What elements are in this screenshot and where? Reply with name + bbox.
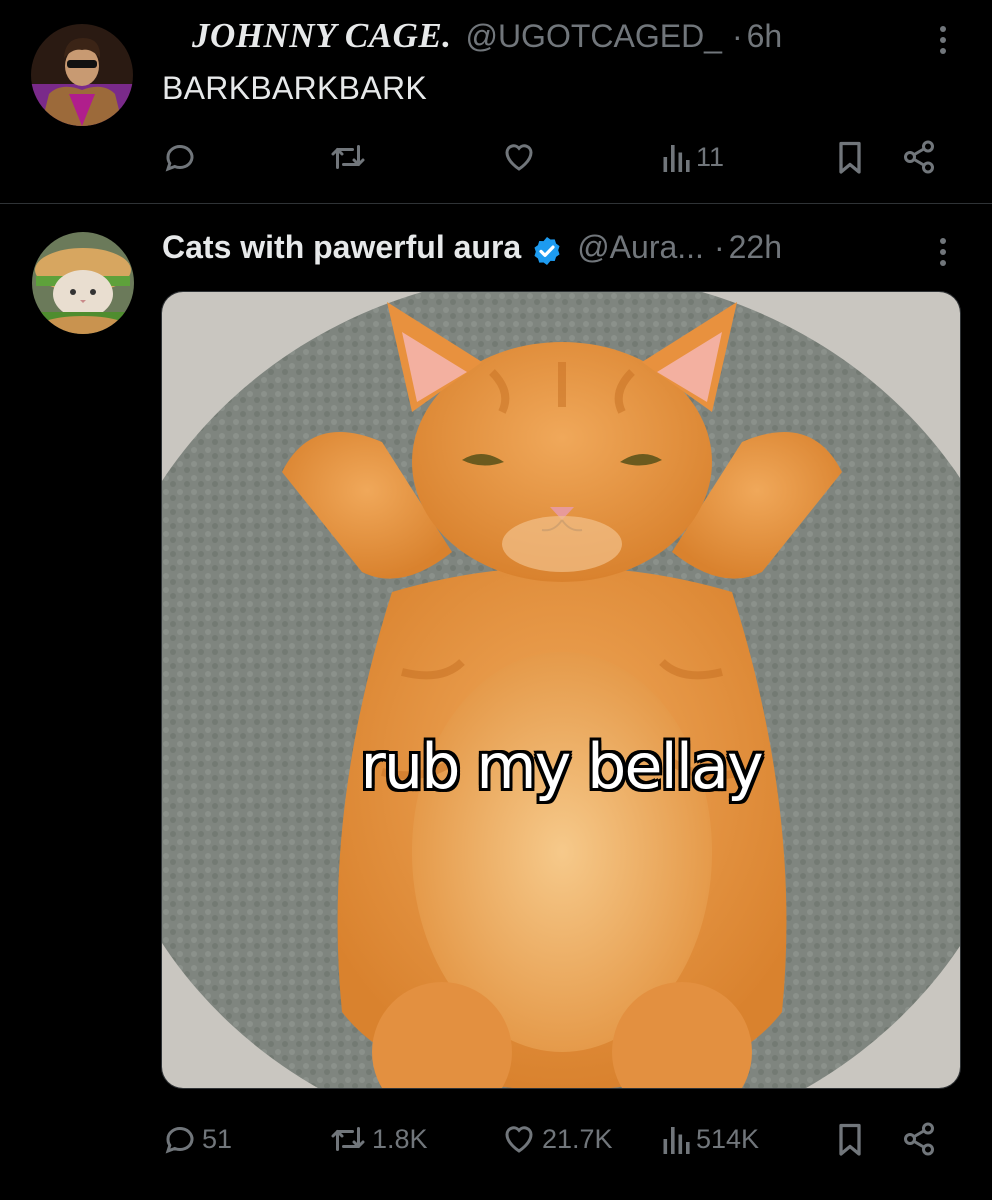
like-button[interactable] bbox=[500, 139, 538, 175]
action-bar: 11 bbox=[162, 135, 944, 179]
views-icon bbox=[663, 1127, 690, 1154]
bookmark-button[interactable] bbox=[834, 1121, 866, 1157]
tweet-image[interactable]: rub my bellay bbox=[161, 291, 961, 1089]
author-handle[interactable]: @Aura... bbox=[577, 229, 704, 266]
action-bar: 51 1.8K 21.7K 514K bbox=[162, 1117, 944, 1161]
repost-icon bbox=[331, 145, 365, 169]
bookmark-icon bbox=[839, 1123, 861, 1156]
like-icon bbox=[505, 1126, 533, 1153]
reply-button[interactable] bbox=[162, 139, 202, 175]
author-name[interactable]: Cats with pawerful aura bbox=[162, 229, 521, 266]
tweet[interactable]: Cats with pawerful aura @Aura... · 22h r… bbox=[0, 205, 992, 1200]
repost-button[interactable] bbox=[328, 139, 368, 175]
share-icon bbox=[904, 1122, 934, 1156]
avatar[interactable] bbox=[32, 232, 134, 334]
image-caption: rub my bellay bbox=[360, 730, 763, 803]
views-icon bbox=[663, 145, 690, 172]
reply-count: 51 bbox=[202, 1123, 233, 1154]
more-icon[interactable] bbox=[936, 26, 950, 54]
bookmark-icon bbox=[839, 141, 861, 174]
reply-icon bbox=[165, 1127, 194, 1154]
views-button[interactable]: 514K bbox=[662, 1121, 759, 1157]
author-handle[interactable]: @UGOTCAGED_ bbox=[465, 18, 722, 55]
repost-button[interactable]: 1.8K bbox=[328, 1121, 428, 1157]
tweet-text: BARKBARKBARK bbox=[162, 70, 428, 106]
repost-icon bbox=[331, 1127, 365, 1151]
author-name[interactable]: JOHNNY CAGE. bbox=[162, 16, 451, 56]
bookmark-button[interactable] bbox=[834, 139, 866, 175]
like-button[interactable]: 21.7K bbox=[500, 1121, 613, 1157]
share-button[interactable] bbox=[900, 1121, 938, 1157]
timestamp[interactable]: 22h bbox=[729, 229, 782, 266]
separator: · bbox=[713, 229, 725, 265]
separator: · bbox=[731, 18, 743, 54]
more-icon[interactable] bbox=[936, 238, 950, 266]
tweet-header: JOHNNY CAGE. @UGOTCAGED_ · 6h bbox=[162, 16, 782, 60]
cat-photo bbox=[162, 292, 960, 1088]
like-count: 21.7K bbox=[542, 1123, 613, 1154]
reply-button[interactable]: 51 bbox=[162, 1121, 232, 1157]
avatar[interactable] bbox=[31, 24, 133, 126]
like-icon bbox=[505, 144, 533, 171]
tweet-header: Cats with pawerful aura @Aura... · 22h bbox=[162, 229, 782, 273]
verified-badge-icon bbox=[534, 237, 560, 265]
timestamp[interactable]: 6h bbox=[747, 18, 783, 55]
share-button[interactable] bbox=[900, 139, 938, 175]
repost-count: 1.8K bbox=[372, 1123, 428, 1154]
share-icon bbox=[904, 140, 934, 174]
views-button[interactable]: 11 bbox=[662, 139, 724, 175]
views-count: 11 bbox=[696, 141, 725, 172]
tweet[interactable]: JOHNNY CAGE. @UGOTCAGED_ · 6h BARKBARKBA… bbox=[0, 0, 992, 204]
views-count: 514K bbox=[696, 1123, 760, 1154]
reply-icon bbox=[165, 145, 194, 172]
